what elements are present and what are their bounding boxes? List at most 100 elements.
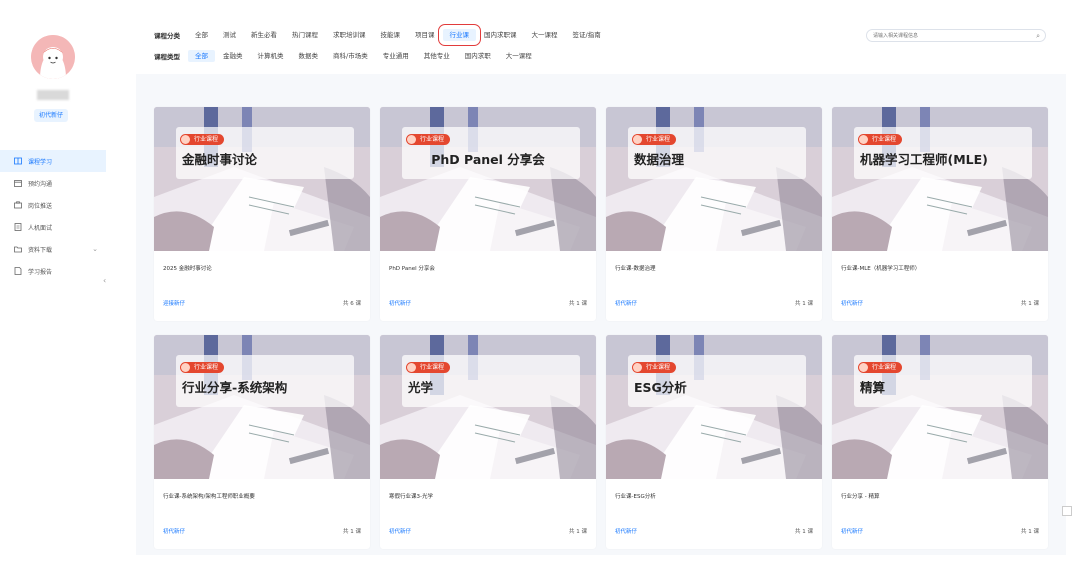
- lesson-count: 共 1 课: [569, 529, 587, 535]
- course-card[interactable]: 行业课程 ESG分析 行业课-ESG分析 初代新仔 共 1 课: [606, 335, 822, 549]
- type-option[interactable]: 数据类: [292, 50, 326, 62]
- course-category[interactable]: 初代新仔: [841, 527, 863, 535]
- course-card[interactable]: 行业课程 金融时事讨论 2025 金融时事讨论 迎接新仔 共 6 课: [154, 107, 370, 321]
- course-title: 数据治理: [634, 152, 685, 167]
- course-card[interactable]: 行业课程 PhD Panel 分享会 PhD Panel 分享会 初代新仔 共 …: [380, 107, 596, 321]
- category-option[interactable]: 全部: [188, 29, 215, 41]
- lesson-count: 共 1 课: [1021, 529, 1039, 535]
- sidebar-item-ai-interview[interactable]: 人机面试: [0, 216, 106, 238]
- type-option[interactable]: 其他专业: [417, 50, 457, 62]
- category-filter-row: 课程分类 全部 测试 新生必看 热门课程 求职培训课 技能课 项目课 行业课 国…: [154, 24, 609, 46]
- type-option[interactable]: 大一课程: [499, 50, 539, 62]
- course-card[interactable]: 行业课程 机器学习工程师(MLE) 行业课-MLE（机器学习工程师） 初代新仔 …: [832, 107, 1048, 321]
- sidebar-item-label: 学习报告: [28, 268, 53, 276]
- sidebar: 初代新仔 课程学习 预约沟通 岗位推送 人机面试 资料下载 ⌄ 学习报告 ‹: [0, 0, 106, 569]
- course-title: 光学: [408, 380, 434, 395]
- course-category[interactable]: 初代新仔: [615, 299, 637, 307]
- course-thumbnail: 行业课程 PhD Panel 分享会: [380, 107, 596, 251]
- course-description: 行业分享 - 精算: [841, 494, 880, 500]
- course-thumbnail: 行业课程 ESG分析: [606, 335, 822, 479]
- app-window: 初代新仔 课程学习 预约沟通 岗位推送 人机面试 资料下载 ⌄ 学习报告 ‹ 课…: [0, 0, 1080, 569]
- lesson-count: 共 1 课: [569, 301, 587, 307]
- course-tag: 行业课程: [858, 134, 903, 145]
- type-option[interactable]: 国内求职: [458, 50, 498, 62]
- course-card[interactable]: 行业课程 数据治理 行业课-数据治理 初代新仔 共 1 课: [606, 107, 822, 321]
- course-thumbnail: 行业课程 精算: [832, 335, 1048, 479]
- report-icon: [14, 267, 22, 275]
- type-filter-row: 课程类型 全部 金融类 计算机类 数据类 商科/市场类 专业通用 其他专业 国内…: [154, 49, 540, 63]
- chevron-down-icon[interactable]: ⌄: [92, 245, 98, 253]
- username-blurred: [37, 90, 69, 100]
- category-option[interactable]: 测试: [216, 29, 243, 41]
- course-tag: 行业课程: [632, 362, 677, 373]
- course-category[interactable]: 初代新仔: [841, 299, 863, 307]
- sidebar-item-appointment[interactable]: 预约沟通: [0, 172, 106, 194]
- course-tag: 行业课程: [406, 362, 451, 373]
- sidebar-item-study-report[interactable]: 学习报告: [0, 260, 106, 282]
- course-category[interactable]: 初代新仔: [389, 527, 411, 535]
- filter-bar: 课程分类 全部 测试 新生必看 热门课程 求职培训课 技能课 项目课 行业课 国…: [136, 10, 1066, 74]
- course-title: PhD Panel 分享会: [431, 152, 545, 167]
- category-filter-label: 课程分类: [154, 32, 180, 40]
- sidebar-item-course-study[interactable]: 课程学习: [0, 150, 106, 172]
- course-title: 行业分享-系统架构: [182, 380, 288, 395]
- category-option[interactable]: 项目课: [408, 29, 442, 41]
- category-option[interactable]: 签证/指南: [566, 29, 608, 41]
- folder-icon: [14, 245, 22, 253]
- course-thumbnail: 行业课程 机器学习工程师(MLE): [832, 107, 1048, 251]
- course-category[interactable]: 初代新仔: [615, 527, 637, 535]
- main-panel: 课程分类 全部 测试 新生必看 热门课程 求职培训课 技能课 项目课 行业课 国…: [136, 10, 1066, 555]
- type-option[interactable]: 商科/市场类: [326, 50, 375, 62]
- lesson-count: 共 1 课: [795, 301, 813, 307]
- course-tag: 行业课程: [180, 362, 225, 373]
- category-option-selected[interactable]: 行业课: [437, 24, 481, 46]
- course-title: 精算: [860, 380, 886, 395]
- lesson-count: 共 6 课: [343, 301, 361, 307]
- sidebar-item-label: 预约沟通: [28, 180, 53, 188]
- course-card[interactable]: 行业课程 行业分享-系统架构 行业课-系统架构/架构工程师职业概要 初代新仔 共…: [154, 335, 370, 549]
- sidebar-nav: 课程学习 预约沟通 岗位推送 人机面试 资料下载 ⌄ 学习报告: [0, 150, 106, 282]
- course-title: 金融时事讨论: [182, 152, 258, 167]
- course-thumbnail: 行业课程 金融时事讨论: [154, 107, 370, 251]
- category-option[interactable]: 热门课程: [285, 29, 325, 41]
- course-description: 2025 金融时事讨论: [163, 266, 212, 272]
- type-option-selected[interactable]: 全部: [188, 50, 215, 62]
- type-option[interactable]: 金融类: [216, 50, 250, 62]
- sidebar-item-downloads[interactable]: 资料下载 ⌄: [0, 238, 106, 260]
- sidebar-item-job-push[interactable]: 岗位推送: [0, 194, 106, 216]
- avatar[interactable]: [31, 35, 75, 79]
- book-icon: [14, 157, 22, 165]
- lesson-count: 共 1 课: [795, 529, 813, 535]
- course-category[interactable]: 初代新仔: [163, 527, 185, 535]
- course-title: ESG分析: [634, 380, 687, 395]
- type-option[interactable]: 计算机类: [251, 50, 291, 62]
- search-icon[interactable]: ⌕: [1036, 30, 1040, 43]
- course-card[interactable]: 行业课程 精算 行业分享 - 精算 初代新仔 共 1 课: [832, 335, 1048, 549]
- course-description: PhD Panel 分享会: [389, 266, 435, 272]
- lesson-count: 共 1 课: [343, 529, 361, 535]
- course-description: 寒假行业课3-光学: [389, 494, 433, 500]
- type-option[interactable]: 专业通用: [376, 50, 416, 62]
- course-category[interactable]: 初代新仔: [389, 299, 411, 307]
- document-icon: [14, 223, 22, 231]
- floating-image-icon[interactable]: [1062, 506, 1072, 516]
- category-option[interactable]: 大一课程: [525, 29, 565, 41]
- course-description: 行业课-MLE（机器学习工程师）: [841, 266, 921, 272]
- collapse-sidebar-icon[interactable]: ‹: [103, 276, 106, 285]
- course-description: 行业课-数据治理: [615, 266, 656, 272]
- search-box: ⌕: [866, 29, 1046, 42]
- sidebar-item-label: 课程学习: [28, 158, 53, 166]
- category-option[interactable]: 技能课: [374, 29, 408, 41]
- lesson-count: 共 1 课: [1021, 301, 1039, 307]
- search-input[interactable]: [873, 30, 1023, 42]
- course-title: 机器学习工程师(MLE): [860, 152, 988, 167]
- course-card[interactable]: 行业课程 光学 寒假行业课3-光学 初代新仔 共 1 课: [380, 335, 596, 549]
- category-option[interactable]: 国内求职课: [477, 29, 524, 41]
- sidebar-item-label: 资料下载: [28, 246, 53, 254]
- category-option[interactable]: 新生必看: [244, 29, 284, 41]
- category-option[interactable]: 求职培训课: [326, 29, 373, 41]
- course-description: 行业课-ESG分析: [615, 494, 656, 500]
- course-tag: 行业课程: [632, 134, 677, 145]
- course-thumbnail: 行业课程 行业分享-系统架构: [154, 335, 370, 479]
- course-category[interactable]: 迎接新仔: [163, 299, 185, 307]
